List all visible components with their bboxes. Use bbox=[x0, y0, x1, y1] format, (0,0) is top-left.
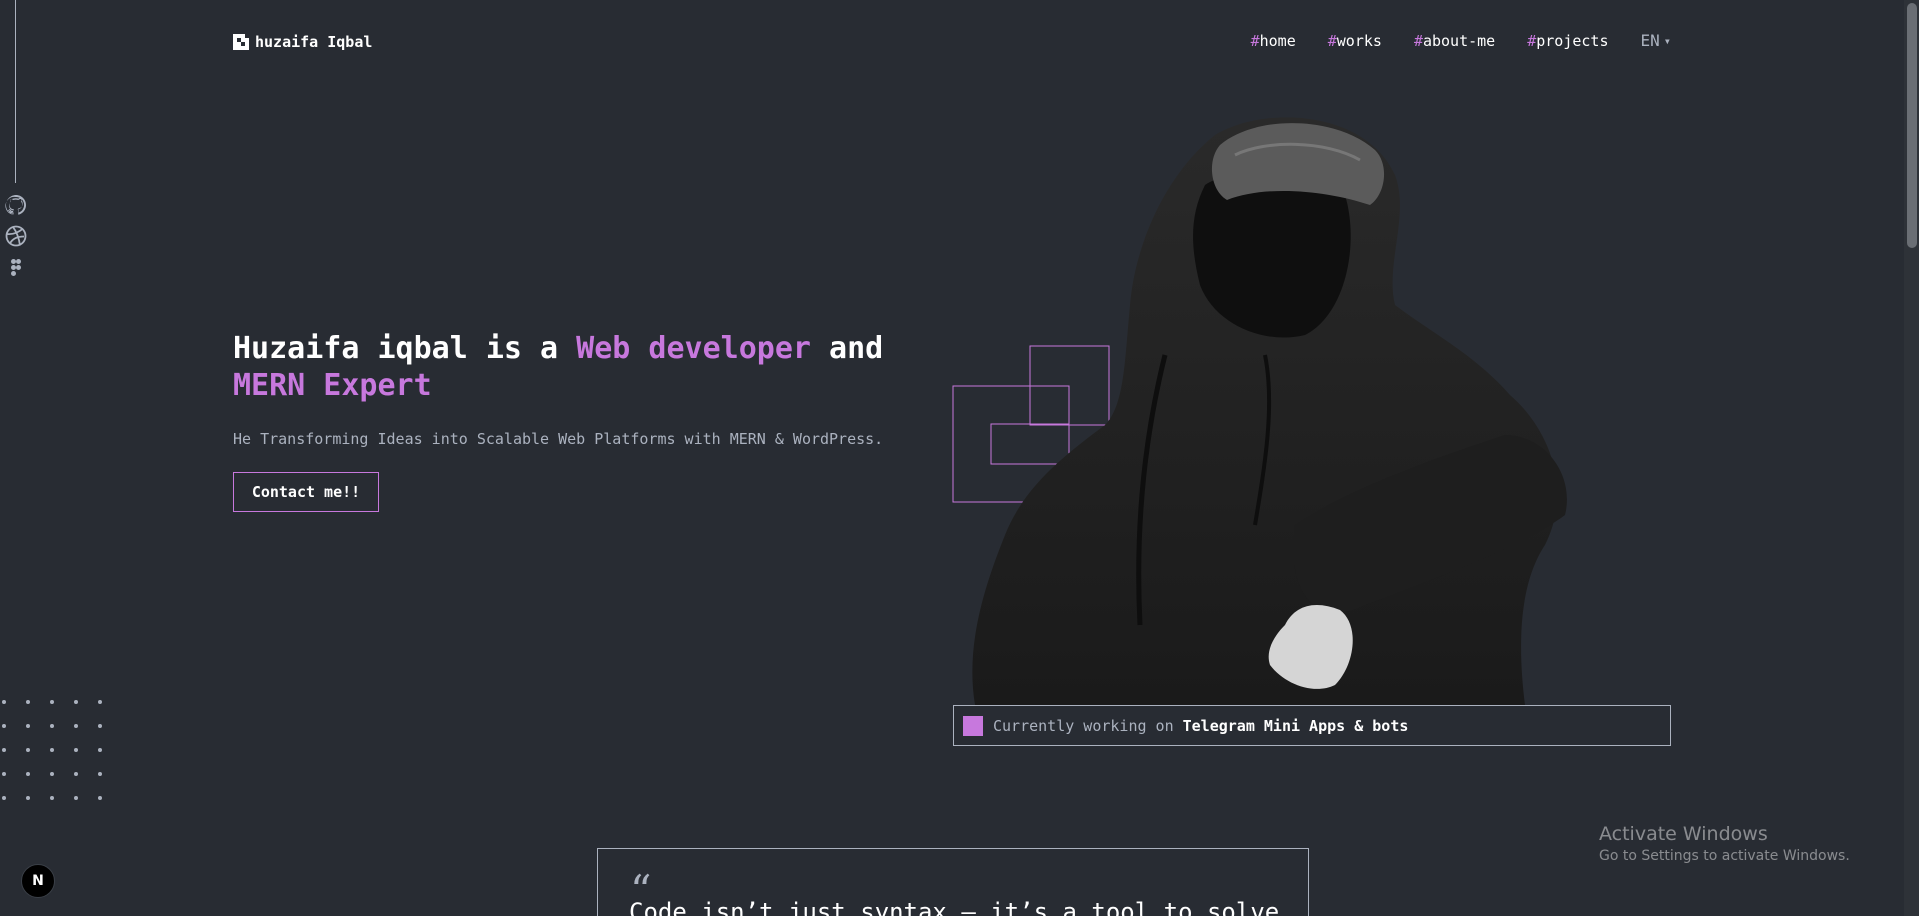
language-selector[interactable]: EN ▾ bbox=[1641, 31, 1672, 50]
github-icon[interactable] bbox=[4, 193, 28, 217]
status-prefix: Currently working on bbox=[993, 716, 1174, 735]
status-highlight: Telegram Mini Apps & bots bbox=[1182, 716, 1409, 735]
windows-activation-watermark: Activate Windows Go to Settings to activ… bbox=[1599, 822, 1850, 866]
nav-item-home[interactable]: #home bbox=[1251, 32, 1296, 50]
portfolio-page: huzaifa Iqbal #home #works #about-me #pr… bbox=[0, 0, 1919, 916]
decorative-dots bbox=[0, 698, 104, 808]
contact-button[interactable]: Contact me!! bbox=[233, 472, 379, 512]
figma-icon[interactable] bbox=[4, 256, 28, 280]
language-label: EN bbox=[1640, 31, 1660, 50]
nav-item-works[interactable]: #works bbox=[1328, 32, 1382, 50]
scrollbar-thumb[interactable] bbox=[1907, 3, 1917, 248]
social-rail-line bbox=[15, 0, 16, 183]
chevron-down-icon: ▾ bbox=[1663, 33, 1671, 48]
dribbble-icon[interactable] bbox=[4, 224, 28, 248]
main-nav: #home #works #about-me #projects EN ▾ bbox=[1251, 31, 1671, 50]
watermark-subtitle: Go to Settings to activate Windows. bbox=[1599, 848, 1850, 864]
nav-item-about-me[interactable]: #about-me bbox=[1414, 32, 1495, 50]
nav-item-projects[interactable]: #projects bbox=[1527, 32, 1608, 50]
current-status-box: Currently working on Telegram Mini Apps … bbox=[953, 705, 1671, 746]
hero-subtitle: He Transforming Ideas into Scalable Web … bbox=[233, 430, 884, 448]
hero-portrait-image bbox=[972, 117, 1567, 705]
quote-text: Code isn’t just syntax — it’s a tool to … bbox=[629, 898, 1280, 916]
status-square-icon bbox=[963, 715, 983, 736]
watermark-title: Activate Windows bbox=[1599, 823, 1768, 845]
site-logo[interactable]: huzaifa Iqbal bbox=[233, 33, 372, 51]
logo-text: huzaifa Iqbal bbox=[255, 33, 373, 51]
badge-letter: N bbox=[32, 873, 44, 889]
logo-icon bbox=[233, 34, 249, 50]
page-scrollbar[interactable] bbox=[1904, 0, 1919, 916]
nextjs-dev-badge[interactable]: N bbox=[21, 864, 55, 898]
hero-title: Huzaifa iqbal is a Web developer and MER… bbox=[233, 331, 884, 403]
